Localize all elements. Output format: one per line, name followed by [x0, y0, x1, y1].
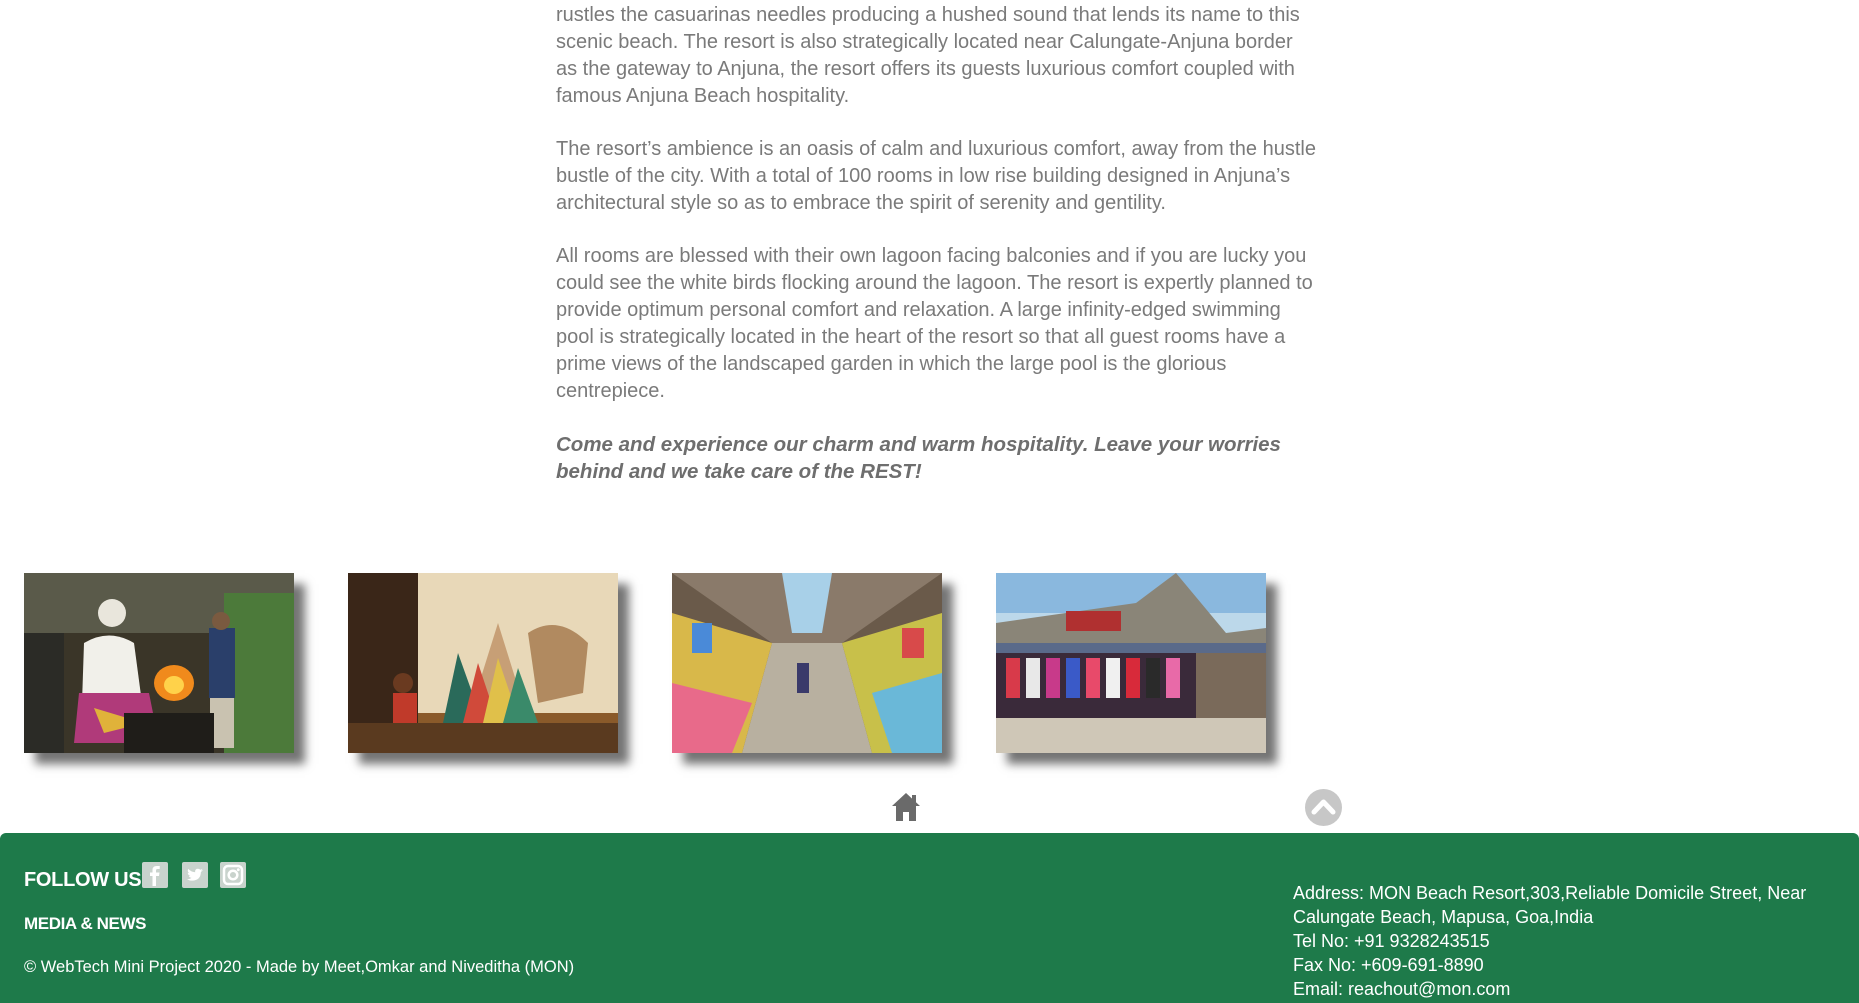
address-line: Address: MON Beach Resort,303,Reliable D…: [1293, 883, 1807, 903]
home-icon: [892, 793, 920, 821]
contact-address: Address: MON Beach Resort,303,Reliable D…: [1293, 881, 1843, 1001]
facebook-icon: [150, 866, 160, 886]
about-paragraph: All rooms are blessed with their own lag…: [556, 245, 1313, 402]
back-to-top-button[interactable]: [1305, 789, 1342, 826]
twitter-link[interactable]: [182, 862, 208, 888]
photo-blacksmith[interactable]: [24, 573, 294, 753]
about-text: rustles the casuarinas needles producing…: [556, 0, 1316, 511]
media-news-link[interactable]: MEDIA & NEWS: [24, 914, 146, 934]
about-paragraph: rustles the casuarinas needles producing…: [556, 4, 1300, 107]
instagram-link[interactable]: [220, 862, 246, 888]
call-to-action: Come and experience our charm and warm h…: [556, 433, 1281, 483]
copyright-text: © WebTech Mini Project 2020 - Made by Me…: [24, 958, 575, 976]
photo-market-stalls[interactable]: [996, 573, 1266, 753]
instagram-icon: [222, 864, 244, 886]
address-line: Calungate Beach, Mapusa, Goa,India: [1293, 907, 1594, 927]
email-line[interactable]: Email: reachout@mon.com: [1293, 977, 1843, 1001]
site-footer: FOLLOW US MEDIA & NEWS © WebTech Mini Pr…: [0, 833, 1859, 1003]
photo-market-aisle[interactable]: [672, 573, 942, 753]
home-button[interactable]: [890, 791, 922, 823]
facebook-link[interactable]: [142, 862, 168, 888]
twitter-icon: [187, 868, 203, 881]
about-paragraph: The resort’s ambience is an oasis of cal…: [556, 138, 1316, 214]
chevron-up-icon: [1311, 799, 1336, 815]
fax-line: Fax No: +609-691-8890: [1293, 955, 1484, 975]
follow-us-label: FOLLOW US: [24, 869, 142, 891]
tel-line: Tel No: +91 9328243515: [1293, 931, 1490, 951]
photo-shadow-puppets[interactable]: [348, 573, 618, 753]
